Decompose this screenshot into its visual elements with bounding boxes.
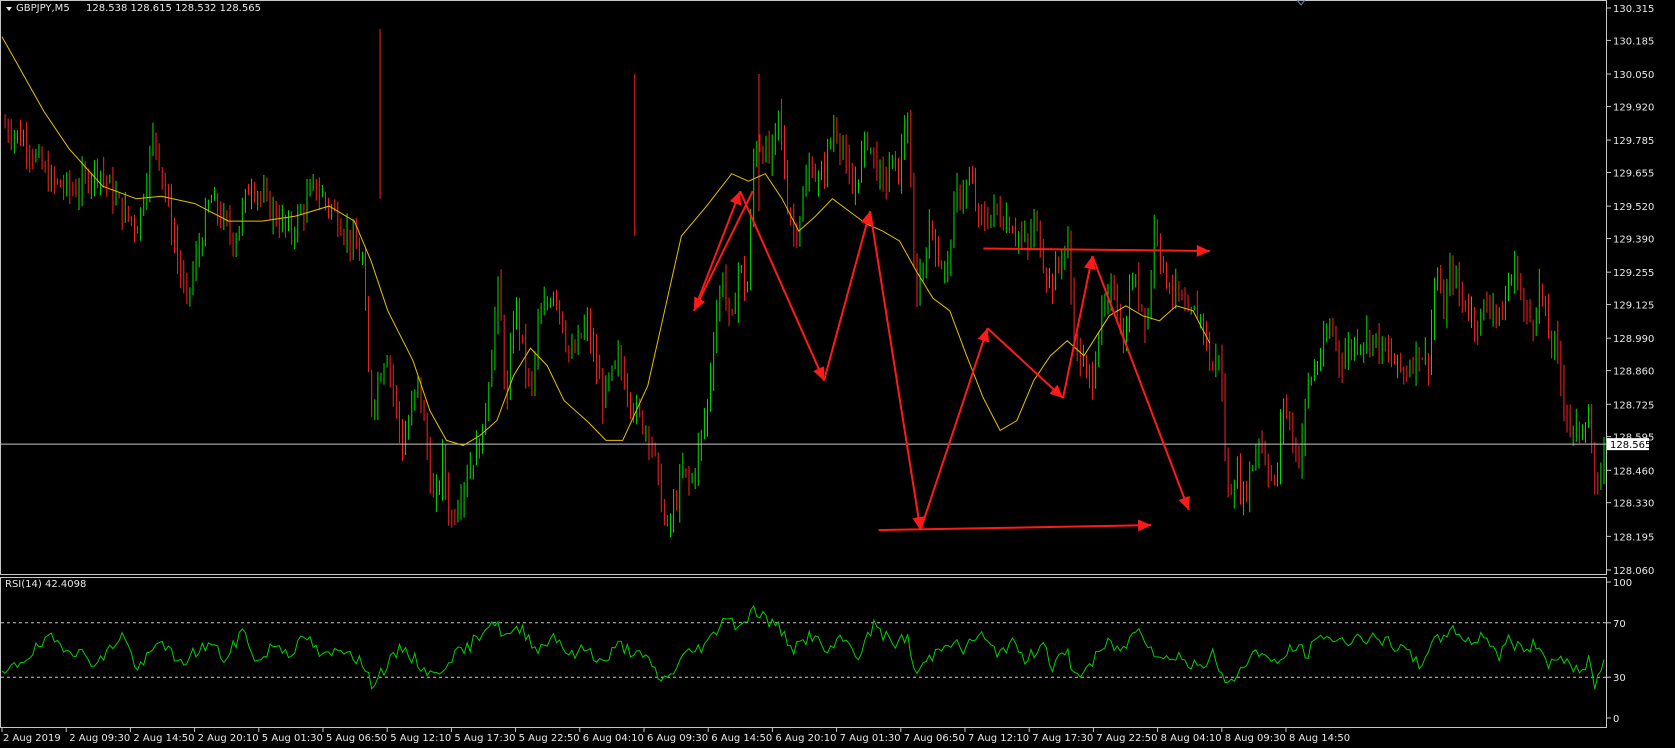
price-tick-label: 128.990 bbox=[1613, 334, 1654, 345]
price-tick-label: 129.785 bbox=[1613, 136, 1654, 147]
chart-canvas[interactable]: 130.315 130.185 130.050 129.920 129.785 129.6… bbox=[0, 0, 1675, 748]
price-tick-label: 130.315 bbox=[1613, 4, 1654, 15]
price-tick-label: 128.460 bbox=[1613, 466, 1654, 477]
time-tick-label: 7 Aug 17:30 bbox=[1032, 733, 1093, 744]
current-price-value: 128.565 bbox=[1610, 440, 1651, 451]
chart-header: GBPJPY,M5 128.538 128.615 128.532 128.56… bbox=[6, 3, 261, 14]
time-tick-label: 5 Aug 06:50 bbox=[326, 733, 387, 744]
time-tick-label: 8 Aug 04:10 bbox=[1161, 733, 1222, 744]
price-tick-label: 128.725 bbox=[1613, 400, 1654, 411]
time-tick-label: 8 Aug 09:30 bbox=[1225, 733, 1286, 744]
price-tick-label: 128.860 bbox=[1613, 367, 1654, 378]
time-tick-label: 2 Aug 14:50 bbox=[133, 733, 194, 744]
price-tick-label: 130.185 bbox=[1613, 36, 1654, 47]
time-tick-label: 5 Aug 17:30 bbox=[454, 733, 515, 744]
price-tick-label: 129.520 bbox=[1613, 202, 1654, 213]
price-tick-label: 130.050 bbox=[1613, 70, 1654, 81]
ohlc-values: 128.538 128.615 128.532 128.565 bbox=[86, 3, 261, 14]
symbol-label: GBPJPY,M5 bbox=[16, 3, 70, 14]
time-tick-label: 6 Aug 04:10 bbox=[583, 733, 644, 744]
time-tick-label: 6 Aug 14:50 bbox=[711, 733, 772, 744]
rsi-tick-label: 70 bbox=[1613, 619, 1626, 630]
time-tick-label: 7 Aug 06:50 bbox=[904, 733, 965, 744]
time-tick-label: 5 Aug 12:10 bbox=[390, 733, 451, 744]
price-tick-label: 128.060 bbox=[1613, 566, 1654, 577]
price-tick-label: 128.195 bbox=[1613, 532, 1654, 543]
time-tick-label: 2 Aug 09:30 bbox=[69, 733, 130, 744]
time-tick-label: 7 Aug 01:30 bbox=[840, 733, 901, 744]
price-tick-label: 129.920 bbox=[1613, 102, 1654, 113]
current-price-tag: 128.565 bbox=[1607, 438, 1651, 451]
time-tick-label: 8 Aug 14:50 bbox=[1289, 733, 1350, 744]
rsi-tick-label: 30 bbox=[1613, 673, 1626, 684]
time-tick-label: 6 Aug 09:30 bbox=[647, 733, 708, 744]
price-tick-label: 129.390 bbox=[1613, 235, 1654, 246]
time-tick-label: 6 Aug 20:10 bbox=[775, 733, 836, 744]
time-tick-label: 2 Aug 2019 bbox=[3, 733, 61, 744]
price-tick-label: 129.125 bbox=[1613, 301, 1654, 312]
price-tick-label: 129.255 bbox=[1613, 268, 1654, 279]
chart-background bbox=[0, 0, 1675, 748]
time-tick-label: 7 Aug 22:50 bbox=[1096, 733, 1157, 744]
rsi-label: RSI(14) 42.4098 bbox=[5, 579, 86, 590]
time-tick-label: 2 Aug 20:10 bbox=[198, 733, 259, 744]
price-tick-label: 129.655 bbox=[1613, 168, 1654, 179]
time-tick-label: 5 Aug 01:30 bbox=[262, 733, 323, 744]
rsi-tick-label: 100 bbox=[1613, 578, 1632, 589]
time-tick-label: 7 Aug 12:10 bbox=[968, 733, 1029, 744]
price-tick-label: 128.330 bbox=[1613, 499, 1654, 510]
rsi-tick-label: 0 bbox=[1613, 714, 1619, 725]
time-tick-label: 5 Aug 22:50 bbox=[519, 733, 580, 744]
